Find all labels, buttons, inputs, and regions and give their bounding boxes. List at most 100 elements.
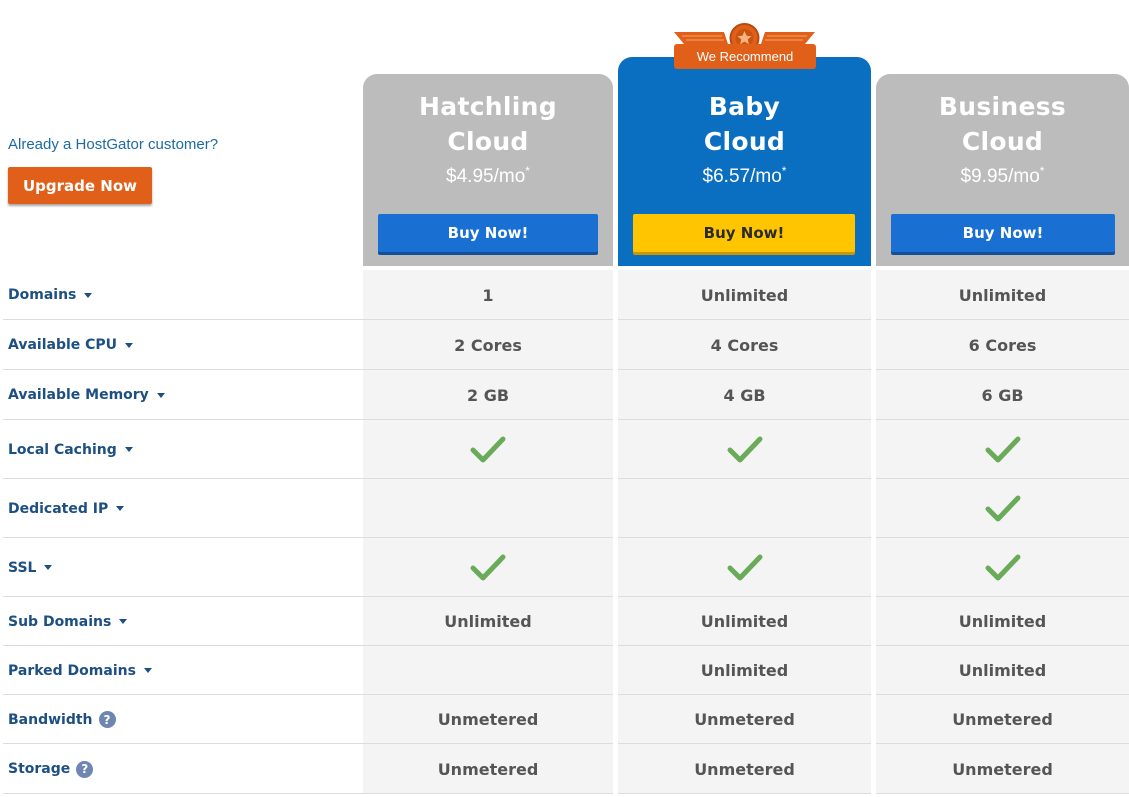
price-value: $4.95/mo xyxy=(446,166,526,187)
feature-value: 2 GB xyxy=(466,385,510,405)
feature-value: 4 Cores xyxy=(710,335,779,355)
caret-down-icon[interactable] xyxy=(156,392,165,398)
feature-cell xyxy=(876,420,1129,479)
feature-label-text: Domains xyxy=(8,287,77,303)
feature-cell: 4 GB xyxy=(618,370,871,420)
feature-row: Dedicated IP xyxy=(0,479,1129,538)
feature-cell: Unmetered xyxy=(618,695,871,744)
feature-row: Sub Domains Unlimited Unlimited Unlimited xyxy=(0,597,1129,646)
feature-row: Available Memory 2 GB 4 GB 6 GB xyxy=(0,370,1129,420)
plan-name-line1: Hatchling xyxy=(419,92,557,121)
feature-cell: 6 Cores xyxy=(876,320,1129,370)
feature-cell: Unmetered xyxy=(876,744,1129,794)
feature-label[interactable]: Dedicated IP xyxy=(8,479,125,538)
feature-cell: Unmetered xyxy=(618,744,871,794)
buy-now-button-business[interactable]: Buy Now! xyxy=(891,214,1115,252)
feature-row: Bandwidth? Unmetered Unmetered Unmetered xyxy=(0,695,1129,744)
feature-label-text: Bandwidth xyxy=(8,711,93,728)
plan-name-line2: Cloud xyxy=(961,127,1044,156)
feature-cell xyxy=(363,538,613,597)
row-divider xyxy=(3,793,363,794)
feature-label[interactable]: Available Memory xyxy=(8,370,165,420)
feature-value: Unmetered xyxy=(694,759,795,779)
feature-cell xyxy=(876,538,1129,597)
feature-cell: 2 GB xyxy=(363,370,613,420)
feature-value: Unlimited xyxy=(700,285,789,305)
recommend-label: We Recommend xyxy=(674,44,816,69)
feature-row: Available CPU 2 Cores 4 Cores 6 Cores xyxy=(0,320,1129,370)
feature-cell: Unlimited xyxy=(618,597,871,646)
feature-label[interactable]: Bandwidth? xyxy=(8,695,116,744)
feature-label-text: Available Memory xyxy=(8,387,149,403)
feature-value: Unlimited xyxy=(958,612,1047,631)
feature-cell: Unlimited xyxy=(876,270,1129,320)
feature-label[interactable]: Local Caching xyxy=(8,420,133,479)
feature-value: 1 xyxy=(482,285,494,305)
feature-value: 2 Cores xyxy=(454,335,522,355)
feature-row: Storage? Unmetered Unmetered Unmetered xyxy=(0,744,1129,794)
feature-cell xyxy=(363,479,613,538)
feature-value: 4 GB xyxy=(723,385,766,405)
feature-label[interactable]: Storage? xyxy=(8,744,94,794)
help-icon[interactable]: ? xyxy=(98,711,116,728)
feature-cell: Unmetered xyxy=(363,695,613,744)
feature-cell: Unmetered xyxy=(363,744,613,794)
feature-label[interactable]: Domains xyxy=(8,270,93,320)
buy-now-button-baby[interactable]: Buy Now! xyxy=(633,214,855,252)
feature-value: Unmetered xyxy=(952,710,1053,729)
feature-label[interactable]: Available CPU xyxy=(8,320,134,370)
plan-header-baby: Baby Cloud $6.57/mo* Buy Now! xyxy=(618,57,871,266)
feature-label-text: SSL xyxy=(8,559,37,576)
feature-value: Unmetered xyxy=(694,710,795,729)
feature-cell: 2 Cores xyxy=(363,320,613,370)
caret-down-icon[interactable] xyxy=(116,506,125,511)
buy-now-button-hatchling[interactable]: Buy Now! xyxy=(378,214,598,252)
plan-header-business: Business Cloud $9.95/mo* Buy Now! xyxy=(876,74,1129,266)
feature-value: Unlimited xyxy=(958,661,1047,680)
price-value: $9.95/mo xyxy=(960,166,1040,187)
checkmark-icon xyxy=(985,495,1020,521)
feature-label[interactable]: SSL xyxy=(8,538,53,597)
cell-divider xyxy=(363,793,613,794)
checkmark-icon xyxy=(985,554,1020,580)
caret-down-icon[interactable] xyxy=(143,668,152,673)
feature-value: 6 GB xyxy=(981,385,1024,405)
price-footnote-mark: * xyxy=(1039,164,1045,178)
feature-cell: Unlimited xyxy=(876,646,1129,695)
feature-cell xyxy=(618,420,871,479)
checkmark-icon xyxy=(985,436,1020,462)
caret-down-icon[interactable] xyxy=(119,619,128,624)
price-footnote-mark: * xyxy=(781,164,787,178)
caret-down-icon[interactable] xyxy=(124,447,133,452)
feature-cell: 4 Cores xyxy=(618,320,871,370)
help-icon[interactable]: ? xyxy=(76,760,94,778)
feature-value: Unmetered xyxy=(437,710,539,729)
plan-header-hatchling: Hatchling Cloud $4.95/mo* Buy Now! xyxy=(363,74,613,266)
plan-name-line1: Business xyxy=(938,92,1067,121)
feature-cell xyxy=(363,420,613,479)
feature-label-text: Dedicated IP xyxy=(8,500,109,517)
feature-row: SSL xyxy=(0,538,1129,597)
feature-cell xyxy=(363,646,613,695)
feature-label[interactable]: Sub Domains xyxy=(8,597,128,646)
feature-label-text: Parked Domains xyxy=(8,662,136,679)
feature-row: Parked Domains Unlimited Unlimited xyxy=(0,646,1129,695)
plan-name-line2: Cloud xyxy=(703,127,786,156)
feature-cell: Unlimited xyxy=(618,270,871,320)
plan-name: Hatchling Cloud xyxy=(363,89,613,159)
feature-label[interactable]: Parked Domains xyxy=(8,646,152,695)
checkmark-icon xyxy=(470,554,506,580)
feature-cell: Unlimited xyxy=(363,597,613,646)
plan-price: $6.57/mo* xyxy=(618,164,871,188)
caret-down-icon[interactable] xyxy=(125,342,134,348)
plan-name: Business Cloud xyxy=(876,89,1129,159)
plan-price: $4.95/mo* xyxy=(363,164,613,188)
caret-down-icon[interactable] xyxy=(84,292,93,298)
upgrade-now-button[interactable]: Upgrade Now xyxy=(8,167,152,204)
feature-value: Unlimited xyxy=(444,612,532,631)
price-value: $6.57/mo xyxy=(702,166,782,187)
feature-cell xyxy=(618,538,871,597)
caret-down-icon[interactable] xyxy=(44,565,53,570)
feature-cell: Unlimited xyxy=(876,597,1129,646)
feature-label-text: Local Caching xyxy=(8,441,117,458)
